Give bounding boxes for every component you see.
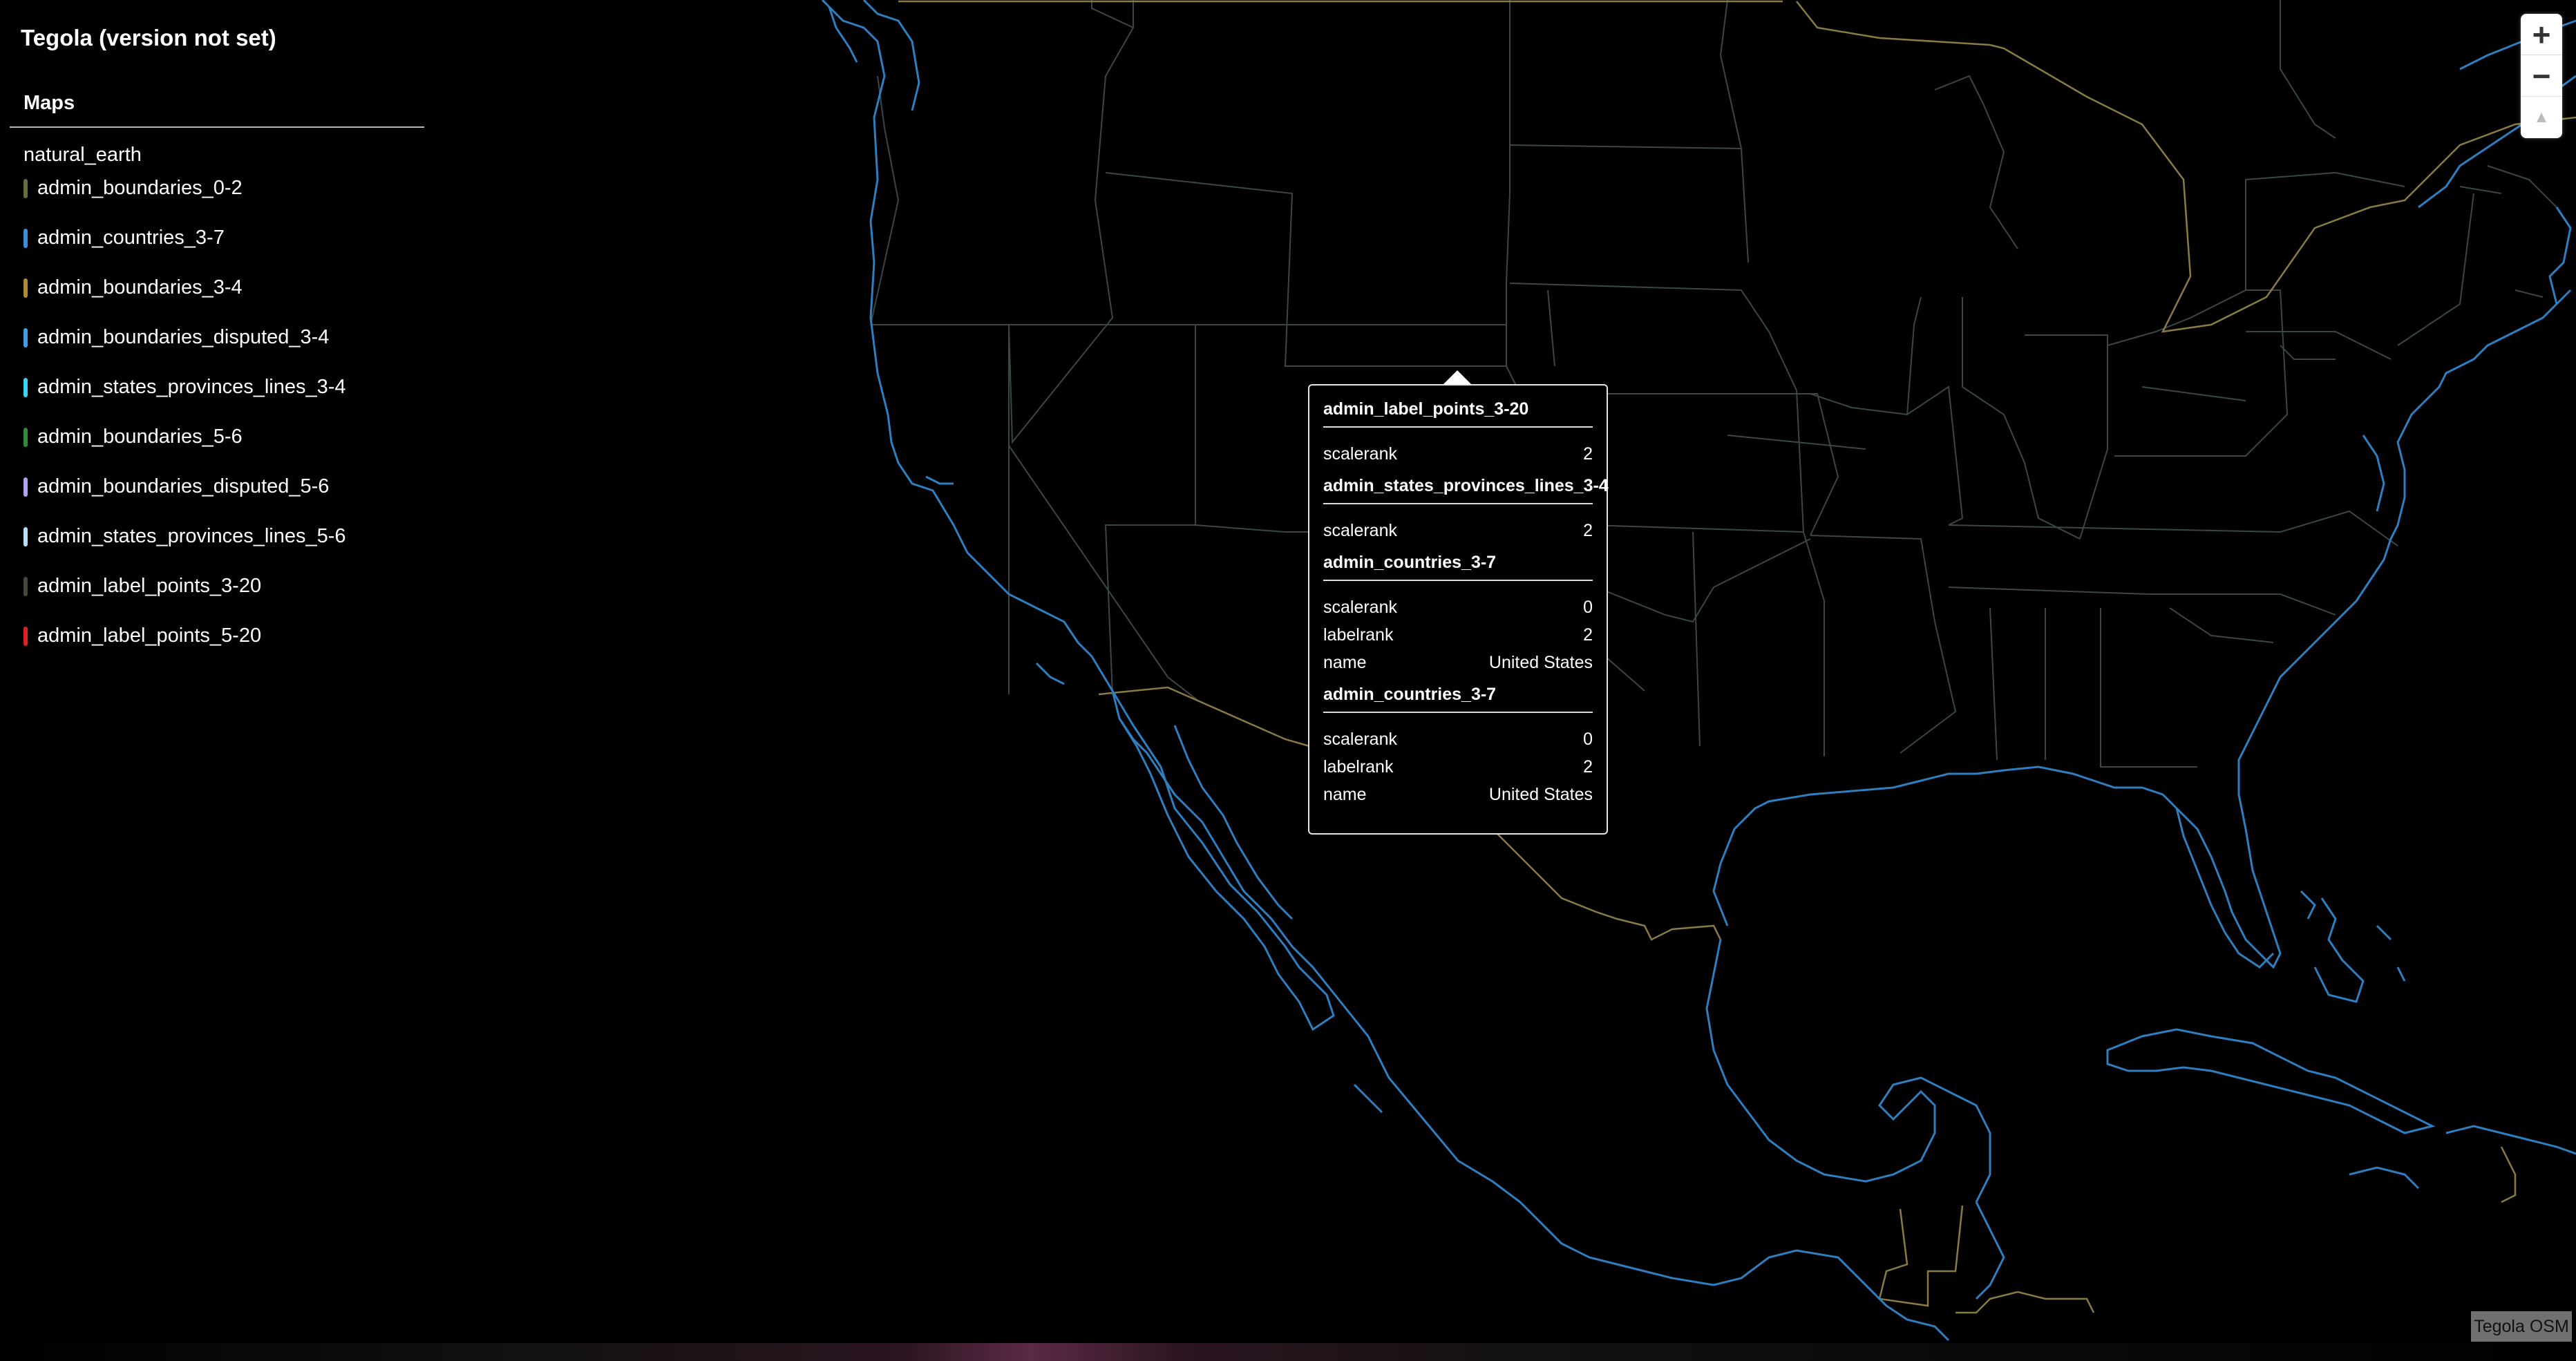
layer-label: admin_states_provinces_lines_3-4 — [37, 376, 346, 398]
zoom-out-button[interactable]: − — [2521, 55, 2562, 97]
layer-color-swatch — [23, 428, 28, 447]
maps-divider — [10, 126, 424, 128]
layer-color-swatch — [23, 328, 28, 348]
layer-label: admin_boundaries_3-4 — [37, 276, 243, 298]
property-key: scalerank — [1323, 444, 1397, 464]
popup-property-row: labelrank 2 — [1323, 753, 1593, 781]
state-lines — [870, 0, 2557, 768]
layer-color-swatch — [23, 179, 28, 198]
popup-layer-title: admin_countries_3-7 — [1323, 553, 1593, 581]
property-key: scalerank — [1323, 520, 1397, 540]
property-value: United States — [1488, 652, 1593, 672]
maps-heading: Maps — [23, 92, 75, 114]
layer-label: admin_boundaries_disputed_5-6 — [37, 475, 330, 497]
property-key: name — [1323, 784, 1367, 804]
layer-color-swatch — [23, 278, 28, 298]
coastlines — [821, 0, 2576, 1342]
layer-label: admin_boundaries_5-6 — [37, 426, 243, 448]
layer-item[interactable]: admin_label_points_3-20 — [23, 575, 346, 625]
layer-item[interactable]: admin_states_provinces_lines_5-6 — [23, 525, 346, 575]
sidebar: Tegola (version not set) Maps natural_ea… — [0, 0, 435, 1361]
property-key: labelrank — [1323, 756, 1394, 777]
property-value: 2 — [1583, 756, 1593, 777]
property-value: 0 — [1583, 597, 1593, 617]
property-key: name — [1323, 652, 1367, 672]
layer-label: admin_label_points_5-20 — [37, 625, 262, 647]
popup-section: admin_countries_3-7 scalerank 0 labelran… — [1323, 553, 1593, 676]
layer-color-swatch — [23, 229, 28, 248]
layer-label: admin_boundaries_0-2 — [37, 177, 243, 199]
feature-popup: admin_label_points_3-20 scalerank 2 admi… — [1308, 384, 1609, 835]
popup-section: admin_label_points_3-20 scalerank 2 — [1323, 399, 1593, 468]
property-key: scalerank — [1323, 729, 1397, 749]
layer-label: admin_label_points_3-20 — [37, 575, 262, 597]
popup-property-row: name United States — [1323, 781, 1593, 808]
layer-label: admin_states_provinces_lines_5-6 — [37, 525, 346, 547]
layer-color-swatch — [23, 627, 28, 646]
popup-property-row: scalerank 0 — [1323, 593, 1593, 621]
property-value: 2 — [1583, 520, 1593, 540]
popup-property-row: scalerank 2 — [1323, 517, 1593, 544]
property-value: 0 — [1583, 729, 1593, 749]
property-key: labelrank — [1323, 625, 1394, 645]
popup-layer-title: admin_countries_3-7 — [1323, 685, 1593, 713]
bottom-strip — [0, 1343, 2576, 1361]
popup-layer-title: admin_states_provinces_lines_3-4 — [1323, 476, 1609, 504]
popup-layer-title: admin_label_points_3-20 — [1323, 399, 1593, 428]
popup-property-row: labelrank 2 — [1323, 621, 1593, 649]
layer-item[interactable]: admin_states_provinces_lines_3-4 — [23, 376, 346, 426]
layer-item[interactable]: admin_label_points_5-20 — [23, 625, 346, 674]
popup-property-row: name United States — [1323, 649, 1593, 676]
layer-color-swatch — [23, 378, 28, 397]
layer-item[interactable]: admin_boundaries_5-6 — [23, 426, 346, 475]
layer-color-swatch — [23, 577, 28, 596]
property-value: 2 — [1583, 625, 1593, 645]
compass-icon: ▲ — [2533, 108, 2550, 126]
layer-item[interactable]: admin_boundaries_disputed_3-4 — [23, 326, 346, 376]
layer-color-swatch — [23, 477, 28, 497]
layer-list: admin_boundaries_0-2 admin_countries_3-7… — [23, 177, 346, 674]
layer-item[interactable]: admin_boundaries_3-4 — [23, 276, 346, 326]
layer-item[interactable]: admin_boundaries_disputed_5-6 — [23, 475, 346, 525]
popup-property-row: scalerank 0 — [1323, 725, 1593, 753]
popup-section: admin_countries_3-7 scalerank 0 labelran… — [1323, 685, 1593, 808]
layer-item[interactable]: admin_boundaries_0-2 — [23, 177, 346, 227]
map-name[interactable]: natural_earth — [23, 144, 142, 166]
layer-label: admin_countries_3-7 — [37, 227, 225, 249]
country-borders — [898, 0, 2576, 1314]
property-key: scalerank — [1323, 597, 1397, 617]
layer-color-swatch — [23, 527, 28, 546]
layer-item[interactable]: admin_countries_3-7 — [23, 227, 346, 276]
popup-property-row: scalerank 2 — [1323, 440, 1593, 468]
map-attribution[interactable]: Tegola OSM — [2471, 1311, 2572, 1342]
property-value: United States — [1488, 784, 1593, 804]
zoom-in-button[interactable]: + — [2521, 14, 2562, 55]
popup-tip — [1442, 370, 1472, 386]
app-title: Tegola (version not set) — [21, 25, 276, 50]
popup-section: admin_states_provinces_lines_3-4 scalera… — [1323, 476, 1609, 544]
layer-label: admin_boundaries_disputed_3-4 — [37, 326, 330, 348]
reset-north-button[interactable]: ▲ — [2521, 97, 2562, 138]
app-root: Tegola (version not set) Maps natural_ea… — [0, 0, 2576, 1361]
property-value: 2 — [1583, 444, 1593, 464]
map-navigation-controls: + − ▲ — [2521, 14, 2562, 138]
